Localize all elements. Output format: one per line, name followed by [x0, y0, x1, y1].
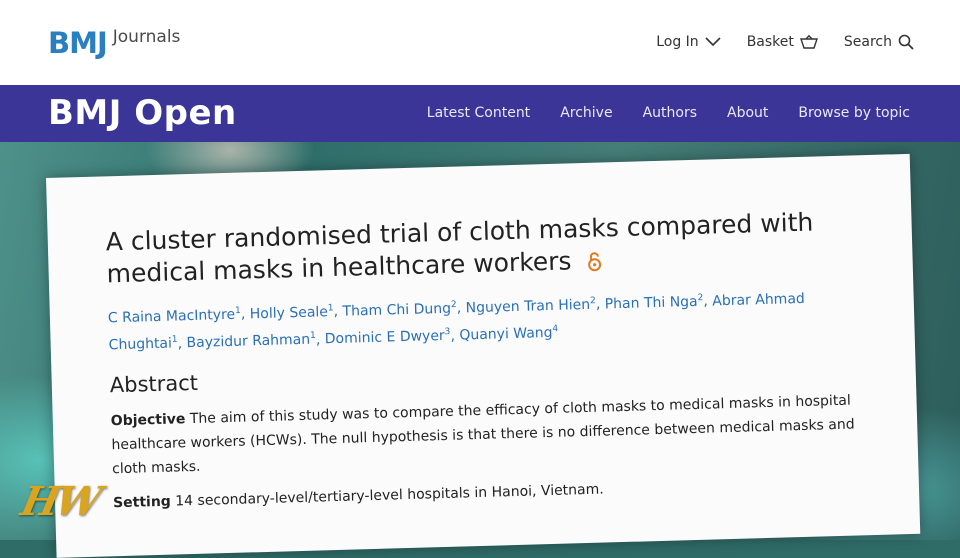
nav-latest-content[interactable]: Latest Content	[427, 105, 530, 121]
objective-label: Objective	[110, 411, 186, 430]
author-link[interactable]: Nguyen Tran Hien2	[465, 296, 596, 316]
nav-about[interactable]: About	[727, 105, 768, 121]
basket-icon	[799, 35, 818, 49]
journal-nav: Latest Content Archive Authors About Bro…	[427, 105, 910, 121]
objective-text: The aim of this study was to compare the…	[111, 392, 855, 478]
basket-link[interactable]: Basket	[747, 34, 818, 50]
search-icon	[898, 34, 914, 50]
search-label: Search	[843, 34, 892, 50]
author-link[interactable]: Quanyi Wang4	[459, 324, 558, 343]
nav-authors[interactable]: Authors	[643, 105, 697, 121]
author-link[interactable]: Bayzidur Rahman1	[186, 331, 316, 351]
author-link[interactable]: Tham Chi Dung2	[342, 300, 457, 320]
chevron-down-icon	[705, 37, 721, 47]
login-label: Log In	[656, 34, 699, 50]
setting-label: Setting	[112, 493, 172, 512]
author-list: C Raina MacIntyre1, Holly Seale1, Tham C…	[107, 290, 806, 354]
journal-title[interactable]: BMJ Open	[48, 93, 237, 133]
top-nav: Log In Basket Search	[656, 34, 914, 50]
author-link[interactable]: C Raina MacIntyre1	[108, 306, 241, 326]
open-access-icon	[588, 252, 602, 272]
objective-paragraph: Objective The aim of this study was to c…	[110, 388, 872, 481]
author-link[interactable]: Phan Thi Nga2	[605, 293, 704, 312]
author-link[interactable]: Holly Seale1	[250, 303, 334, 322]
nav-browse-by-topic[interactable]: Browse by topic	[798, 105, 910, 121]
search-link[interactable]: Search	[844, 34, 914, 50]
author-link[interactable]: Dominic E Dwyer3	[325, 327, 451, 347]
journal-band: BMJ Open Latest Content Archive Authors …	[0, 85, 960, 142]
logo-sub: Journals	[112, 27, 181, 47]
article-card: A cluster randomised trial of cloth mask…	[46, 153, 921, 558]
article-title: A cluster randomised trial of cloth mask…	[105, 205, 866, 290]
channel-watermark-logo: HW	[17, 478, 102, 525]
setting-text: 14 secondary-level/tertiary-level hospit…	[175, 481, 604, 510]
site-header: BMJ Journals Log In Basket Search	[0, 0, 960, 85]
article-content: A cluster randomised trial of cloth mask…	[105, 205, 873, 515]
basket-label: Basket	[746, 34, 794, 50]
logo-main: BMJ	[48, 26, 108, 60]
login-link[interactable]: Log In	[656, 34, 721, 50]
nav-archive[interactable]: Archive	[560, 105, 612, 121]
bmj-journals-logo[interactable]: BMJ Journals	[48, 26, 180, 60]
